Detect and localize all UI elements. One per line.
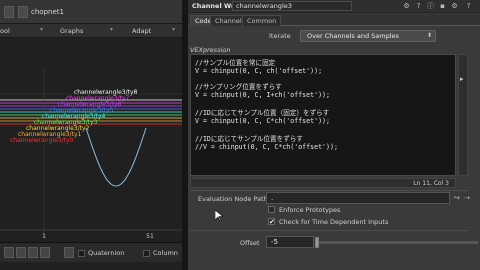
help-circle-icon[interactable]: ?	[464, 2, 473, 11]
code-line: V = chinput(0, C, I+ch('offset'));	[195, 91, 330, 99]
time-dependent-checkbox[interactable]: ✔	[268, 218, 275, 226]
expand-arrow-icon[interactable]: ▸	[460, 75, 464, 83]
menu-tool[interactable]: ool	[0, 26, 10, 36]
offset-label: Offset	[240, 239, 260, 247]
offset-input[interactable]: -5	[266, 236, 314, 248]
channel-curve	[85, 127, 147, 187]
cursor-position: Ln 11, Col 3	[413, 180, 449, 187]
iterate-row: Iterate Over Channels and Samples ⬍	[188, 29, 480, 43]
channel-label: channelwrangle3/ty2	[26, 125, 90, 132]
tab-common[interactable]: Common	[242, 15, 282, 26]
enforce-prototypes-label: Enforce Prototypes	[279, 206, 341, 214]
menu-graphs[interactable]: Graphs	[60, 26, 83, 36]
node-header: Channel Wrangle channelwrangle3 ⚙ ? ⓘ ▪ …	[188, 0, 480, 13]
axis-tick-51: 51	[146, 233, 154, 238]
menu-tool-chevron-icon[interactable]: ▾	[40, 26, 43, 33]
graph-menu-bar: ool ▾ Graphs ▾ Adapt ▾	[0, 24, 182, 38]
info-icon[interactable]: ⓘ	[426, 2, 435, 11]
axis-tick-1: 1	[42, 233, 46, 238]
gear-icon[interactable]: ⚙	[402, 2, 411, 11]
path-node-chopnet[interactable]: chopnet1	[31, 7, 64, 18]
mouse-pointer-icon	[215, 210, 223, 222]
code-line: //サンプリング位置をずらす	[195, 83, 282, 91]
code-line: V = chinput(0, C, ch('offset'));	[195, 67, 323, 75]
evaluation-node-path-input[interactable]: .	[266, 192, 450, 204]
editor-status-bar: Ln 11, Col 3	[190, 178, 456, 188]
code-line: //IDに応じてサンプル位置（固定）をずらす	[195, 109, 330, 117]
evaluation-node-path-value: .	[271, 194, 274, 202]
jump-to-node-icon[interactable]: ↪	[454, 193, 462, 203]
menu-adapt-chevron-icon[interactable]: ▾	[172, 26, 175, 33]
channel-label: channelwrangle3/ty5	[50, 107, 114, 114]
channel-label: channelwrangle3/ty3	[34, 119, 98, 126]
code-line: //V = chinput(0, C, C*ch('offset'));	[195, 143, 338, 151]
editor-side-toolbar[interactable]: ▸	[458, 54, 468, 176]
back-arrow-icon[interactable]	[4, 6, 14, 18]
channel-label: channelwrangle3/ty6	[58, 101, 122, 108]
chooser-icon[interactable]: ⇢	[464, 193, 472, 203]
divider-line	[190, 230, 468, 231]
parameter-tabs: Code Channel Common	[188, 14, 480, 26]
code-line: V = chinput(0, C, C*ch('offset'));	[195, 117, 330, 125]
channel-label: channelwrangle3/ty7	[66, 95, 130, 102]
time-dependent-label: Check for Time Dependent Inputs	[279, 218, 389, 226]
settings-icon[interactable]: ⚙	[450, 2, 459, 11]
vexpression-label: VEXpression	[190, 46, 231, 54]
channel-graph[interactable]: channelwrangle3/ty0channelwrangle3/ty1ch…	[0, 38, 182, 238]
offset-slider-handle[interactable]	[315, 237, 319, 248]
display-icon[interactable]	[28, 247, 38, 258]
node-name-field[interactable]: channelwrangle3	[232, 1, 352, 11]
channel-label: channelwrangle3/ty0	[10, 137, 74, 144]
help-icon[interactable]: ?	[414, 2, 423, 11]
channel-label: channelwrangle3/ty4	[42, 113, 106, 120]
parameter-pane: Channel Wrangle channelwrangle3 ⚙ ? ⓘ ▪ …	[188, 0, 480, 270]
code-line: //IDに応じてサンプル位置をずらす	[195, 135, 303, 143]
column-label: Column	[153, 249, 178, 257]
network-icon[interactable]	[18, 6, 28, 18]
quaternion-label: Quaternion	[88, 249, 125, 257]
channel-label: channelwrangle3/ty8	[74, 89, 138, 96]
graph-status-bar: Quaternion Column	[0, 242, 182, 262]
channel-graph-pane: chopnet1 ool ▾ Graphs ▾ Adapt ▾ channelw…	[0, 0, 182, 270]
enforce-prototypes-checkbox[interactable]	[268, 206, 275, 213]
channel-label: channelwrangle3/ty1	[18, 131, 82, 138]
snap-icon[interactable]	[40, 247, 50, 258]
menu-graphs-chevron-icon[interactable]: ▾	[110, 26, 113, 33]
column-checkbox[interactable]	[143, 250, 150, 257]
iterate-value: Over Channels and Samples	[307, 32, 399, 40]
menu-adapt[interactable]: Adapt	[132, 26, 151, 36]
chevron-updown-icon: ⬍	[426, 32, 432, 39]
iterate-dropdown[interactable]: Over Channels and Samples ⬍	[300, 30, 436, 42]
home-icon[interactable]	[4, 247, 14, 258]
code-line: //サンプル位置を常に固定	[195, 59, 276, 67]
iterate-label: Iterate	[269, 32, 291, 40]
offset-value: -5	[271, 238, 278, 246]
pin-icon[interactable]: ▪	[438, 2, 447, 11]
vex-code-editor[interactable]: //サンプル位置を常に固定 V = chinput(0, C, ch('offs…	[190, 54, 456, 176]
evaluation-node-path-label: Evaluation Node Path	[198, 195, 268, 203]
offset-slider-track[interactable]	[318, 241, 478, 244]
quaternion-checkbox[interactable]	[78, 250, 85, 257]
path-bar: chopnet1	[0, 0, 182, 24]
frame-icon[interactable]	[16, 247, 26, 258]
handle-icon[interactable]	[64, 247, 74, 258]
divider-line	[190, 190, 468, 191]
node-name-value: channelwrangle3	[236, 2, 292, 10]
